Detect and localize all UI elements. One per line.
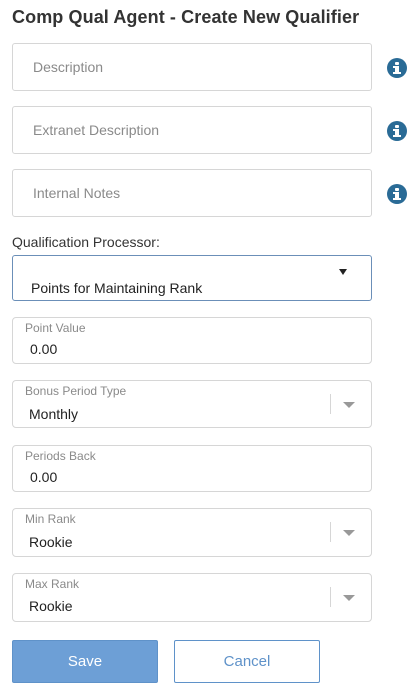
save-button[interactable]: Save [12, 640, 158, 683]
bonus-period-type-label: Bonus Period Type [25, 384, 127, 398]
dropdown-separator [330, 587, 331, 607]
create-qualifier-form: Comp Qual Agent - Create New Qualifier D… [0, 0, 416, 686]
point-value-field[interactable]: Point Value 0.00 [12, 317, 372, 364]
chevron-down-icon[interactable] [343, 402, 355, 408]
min-rank-value: Rookie [29, 534, 73, 550]
info-icon[interactable] [387, 121, 407, 141]
point-value-label: Point Value [25, 321, 86, 335]
internal-notes-field[interactable]: Internal Notes [12, 169, 372, 217]
dropdown-separator [330, 522, 331, 542]
page-title: Comp Qual Agent - Create New Qualifier [12, 7, 360, 27]
periods-back-label: Periods Back [25, 449, 96, 463]
description-placeholder: Description [33, 59, 104, 75]
caret-down-icon [339, 269, 347, 275]
min-rank-label: Min Rank [25, 512, 76, 526]
info-icon[interactable] [387, 184, 407, 204]
qualification-processor-label: Qualification Processor: [12, 234, 160, 250]
chevron-down-icon[interactable] [343, 530, 355, 536]
extranet-description-placeholder: Extranet Description [33, 122, 160, 138]
internal-notes-placeholder: Internal Notes [33, 185, 121, 201]
description-field[interactable]: Description [12, 43, 372, 91]
bonus-period-type-value: Monthly [29, 406, 79, 422]
periods-back-value: 0.00 [30, 469, 58, 485]
extranet-description-field[interactable]: Extranet Description [12, 106, 372, 154]
min-rank-select[interactable]: Min Rank Rookie [12, 508, 372, 557]
dropdown-separator [330, 394, 331, 414]
max-rank-value: Rookie [29, 598, 73, 614]
point-value-value: 0.00 [30, 341, 58, 357]
qualification-processor-value: Points for Maintaining Rank [31, 280, 203, 296]
periods-back-field[interactable]: Periods Back 0.00 [12, 445, 372, 492]
bonus-period-type-select[interactable]: Bonus Period Type Monthly [12, 380, 372, 428]
max-rank-label: Max Rank [25, 577, 80, 591]
cancel-button[interactable]: Cancel [174, 640, 320, 683]
info-icon[interactable] [387, 58, 407, 78]
chevron-down-icon[interactable] [343, 595, 355, 601]
qualification-processor-select[interactable]: Points for Maintaining Rank [12, 255, 372, 301]
max-rank-select[interactable]: Max Rank Rookie [12, 573, 372, 622]
